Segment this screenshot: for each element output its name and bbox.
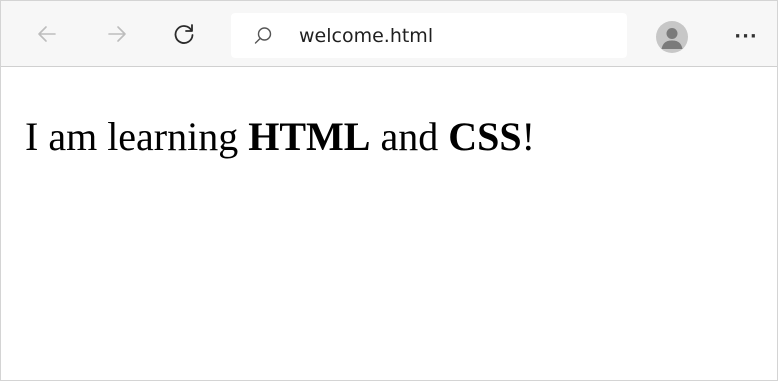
search-icon — [254, 27, 272, 44]
address-url-text[interactable]: welcome.html — [299, 24, 599, 48]
profile-button[interactable] — [656, 21, 688, 53]
address-bar[interactable]: welcome.html — [231, 13, 627, 58]
message-text-2: and — [370, 114, 449, 159]
message-text-1: I am learning — [25, 114, 249, 159]
message-bold-css: CSS — [448, 114, 522, 159]
more-options-button[interactable]: ··· — [726, 21, 766, 51]
back-button[interactable] — [29, 16, 65, 52]
arrow-left-icon — [38, 26, 56, 42]
refresh-icon — [174, 24, 194, 44]
browser-toolbar: welcome.html ··· — [1, 1, 777, 67]
browser-window: welcome.html ··· I am learning HTML and … — [0, 0, 778, 381]
reload-button[interactable] — [166, 16, 202, 52]
welcome-message: I am learning HTML and CSS! — [25, 113, 535, 161]
message-bold-html: HTML — [248, 114, 371, 159]
forward-button[interactable] — [99, 16, 135, 52]
page-content: I am learning HTML and CSS! — [1, 67, 777, 380]
message-text-3: ! — [521, 114, 535, 159]
user-avatar-icon — [661, 28, 683, 49]
arrow-right-icon — [108, 26, 126, 42]
